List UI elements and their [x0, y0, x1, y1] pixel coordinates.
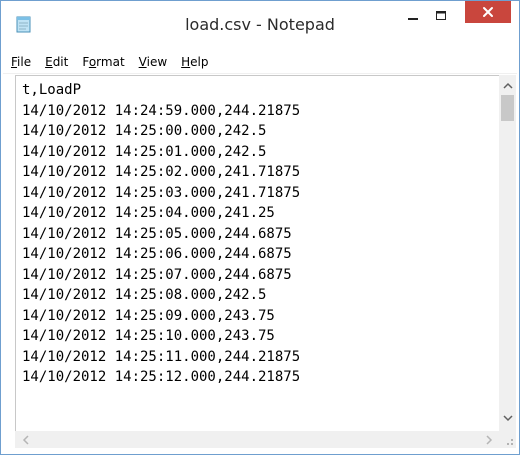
text-line: 14/10/2012 14:25:10.000,243.75	[22, 328, 275, 344]
text-line: 14/10/2012 14:25:12.000,244.21875	[22, 369, 301, 385]
menu-bar: File Edit Format View Help	[3, 51, 517, 74]
text-line: t,LoadP	[22, 82, 82, 98]
text-line: 14/10/2012 14:24:59.000,244.21875	[22, 102, 301, 119]
text-line: 14/10/2012 14:25:11.000,244.21875	[22, 348, 301, 365]
text-line: 14/10/2012 14:25:06.000,244.6875	[22, 246, 292, 262]
text-line: 14/10/2012 14:25:01.000,242.5	[22, 143, 267, 160]
text-line: 14/10/2012 14:25:04.000,241.25	[22, 205, 275, 221]
notepad-window: load.csv - Notepad File Edit Format View Hel…	[0, 0, 520, 455]
scroll-right-arrow[interactable]	[480, 431, 497, 448]
vertical-scrollbar[interactable]	[499, 75, 516, 431]
scroll-down-arrow[interactable]	[499, 409, 516, 426]
text-line: 14/10/2012 14:25:09.000,243.75	[22, 307, 275, 324]
minimize-button[interactable]	[399, 1, 427, 31]
maximize-icon	[435, 7, 447, 26]
text-line: 14/10/2012 14:25:07.000,244.6875	[22, 266, 292, 283]
text-line: 14/10/2012 14:25:02.000,241.71875	[22, 164, 301, 180]
menu-help[interactable]: Help	[174, 55, 215, 69]
scroll-left-arrow[interactable]	[17, 431, 34, 448]
resize-grip-icon[interactable]	[499, 431, 516, 448]
text-line: 14/10/2012 14:25:08.000,242.5	[22, 287, 267, 303]
scroll-up-arrow[interactable]	[499, 77, 516, 94]
document-text[interactable]: t,LoadP 14/10/2012 14:24:59.000,244.21875…	[22, 80, 500, 432]
title-bar[interactable]: load.csv - Notepad	[1, 1, 519, 49]
maximize-button[interactable]	[427, 1, 455, 31]
menu-format[interactable]: Format	[75, 55, 131, 69]
menu-view[interactable]: View	[132, 55, 174, 69]
minimize-icon	[407, 7, 419, 26]
text-line: 14/10/2012 14:25:05.000,244.6875	[22, 225, 292, 242]
menu-file[interactable]: File	[3, 55, 38, 69]
text-line: 14/10/2012 14:25:00.000,242.5	[22, 123, 267, 139]
close-icon	[482, 3, 494, 22]
text-line: 14/10/2012 14:25:03.000,241.71875	[22, 184, 301, 201]
menu-edit[interactable]: Edit	[38, 55, 75, 69]
vertical-scroll-thumb[interactable]	[501, 95, 514, 121]
horizontal-scrollbar[interactable]	[15, 431, 499, 448]
text-editor[interactable]: t,LoadP 14/10/2012 14:24:59.000,244.21875…	[15, 75, 500, 432]
close-button[interactable]	[465, 1, 511, 23]
